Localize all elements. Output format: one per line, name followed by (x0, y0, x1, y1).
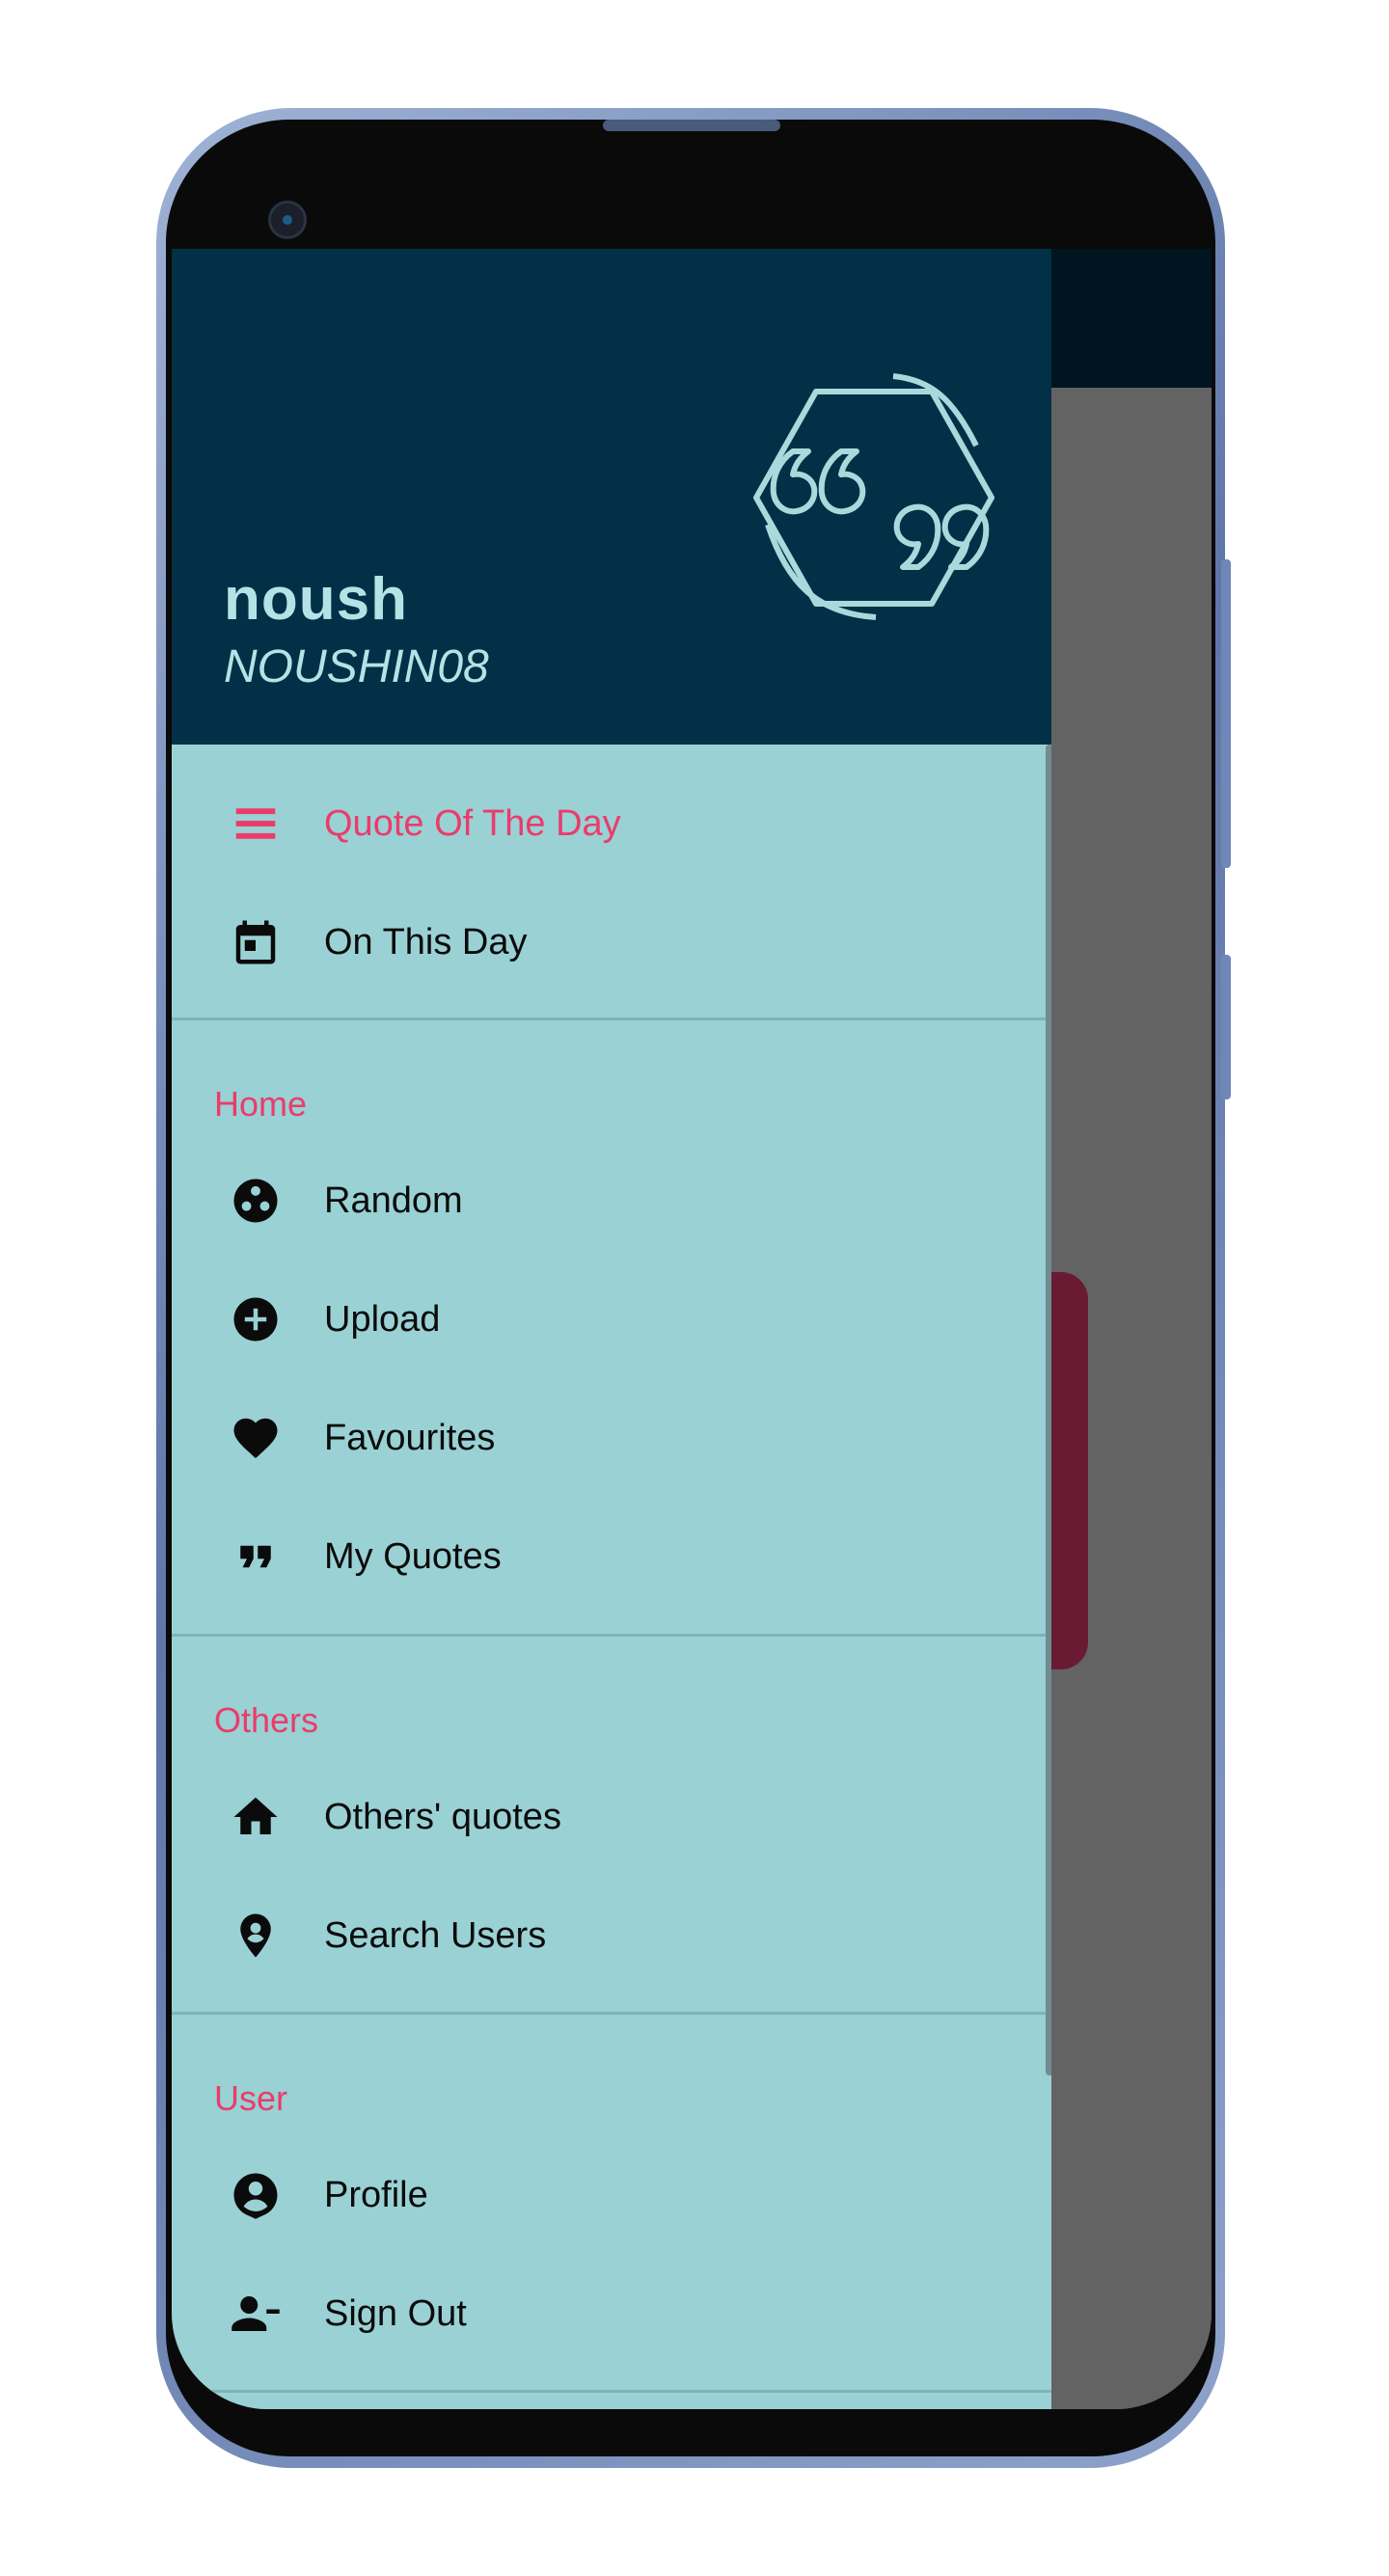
quotes-logo-icon (753, 373, 994, 620)
navigation-drawer: noush NOUSHIN08 Quote Of The Day On This… (172, 249, 1051, 2409)
earpiece-speaker (603, 120, 780, 131)
list-icon (235, 808, 276, 839)
divider (172, 1017, 1051, 1020)
location-pin-icon (240, 1913, 271, 1958)
divider (172, 2390, 1051, 2393)
menu-item-label: Profile (324, 2175, 428, 2215)
volume-up-button (1221, 559, 1231, 868)
calendar-icon (235, 920, 276, 964)
user-name: noush (224, 566, 408, 633)
menu-item-label: Sign Out (324, 2293, 467, 2334)
add-circle-icon (233, 1297, 278, 1342)
menu-item-label: Favourites (324, 1418, 496, 1458)
menu-item-label: Random (324, 1180, 463, 1221)
front-camera (268, 201, 307, 239)
divider (172, 1634, 1051, 1637)
section-title-home: Home (214, 1084, 308, 1124)
menu-item-label: Others' quotes (324, 1797, 561, 1837)
person-remove-icon (232, 2296, 280, 2331)
user-handle: NOUSHIN08 (224, 641, 489, 692)
menu-item-quote-of-the-day[interactable]: Quote Of The Day (172, 772, 1051, 876)
menu-item-my-quotes[interactable]: My Quotes (172, 1505, 1051, 1609)
menu-item-label: Upload (324, 1299, 441, 1340)
heart-icon (233, 1418, 278, 1459)
drawer-header: noush NOUSHIN08 (172, 249, 1051, 745)
screen: noush NOUSHIN08 Quote Of The Day On This… (172, 249, 1212, 2409)
menu-item-on-this-day[interactable]: On This Day (172, 890, 1051, 994)
drawer-scrollbar[interactable] (1046, 745, 1051, 2075)
section-title-user: User (214, 2078, 288, 2118)
power-button (1221, 955, 1231, 1099)
menu-item-random[interactable]: Random (172, 1149, 1051, 1253)
menu-item-label: Quote Of The Day (324, 803, 621, 844)
random-icon (233, 1179, 278, 1223)
divider (172, 2012, 1051, 2015)
menu-item-label: Search Users (324, 1915, 547, 1956)
home-icon (233, 1797, 278, 1834)
menu-item-label: My Quotes (324, 1536, 502, 1577)
section-title-others: Others (214, 1700, 319, 1740)
menu-item-favourites[interactable]: Favourites (172, 1386, 1051, 1490)
menu-item-upload[interactable]: Upload (172, 1267, 1051, 1371)
menu-item-label: On This Day (324, 922, 528, 963)
menu-item-profile[interactable]: Profile (172, 2143, 1051, 2247)
menu-item-sign-out[interactable]: Sign Out (172, 2262, 1051, 2366)
account-circle-icon (233, 2173, 278, 2219)
quote-icon (240, 1545, 271, 1568)
menu-item-others-quotes[interactable]: Others' quotes (172, 1765, 1051, 1869)
menu-item-search-users[interactable]: Search Users (172, 1884, 1051, 1988)
